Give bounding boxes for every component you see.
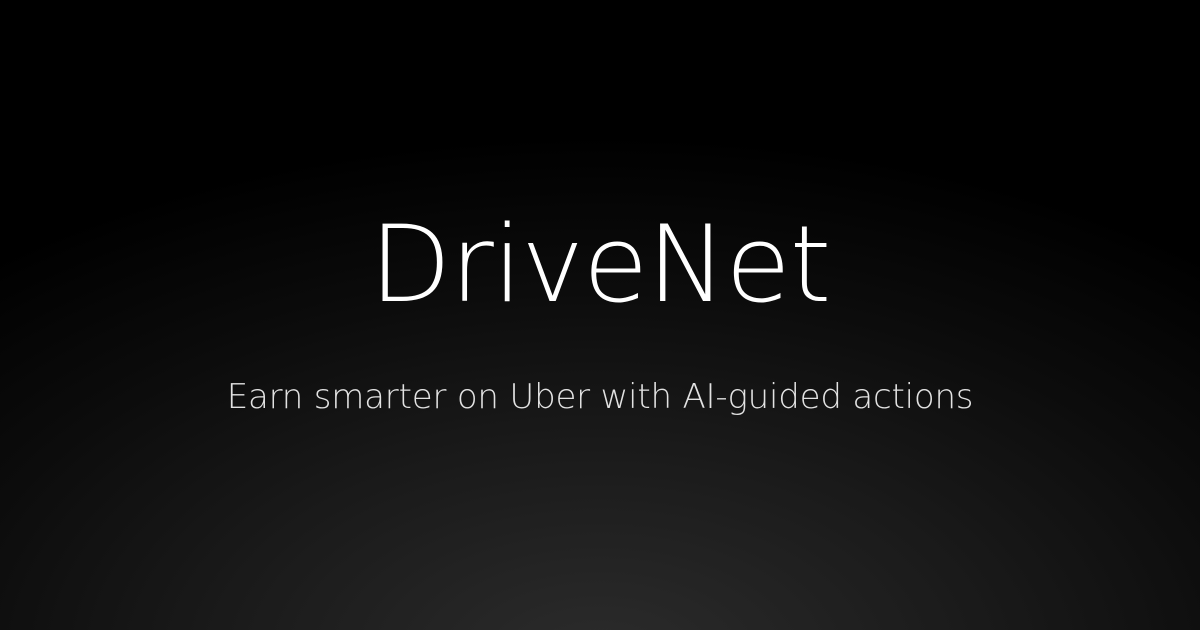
social-preview-card: DriveNet Earn smarter on Uber with AI-gu… bbox=[0, 0, 1200, 630]
brand-tagline: Earn smarter on Uber with AI-guided acti… bbox=[226, 377, 974, 417]
brand-title: DriveNet bbox=[369, 203, 832, 326]
